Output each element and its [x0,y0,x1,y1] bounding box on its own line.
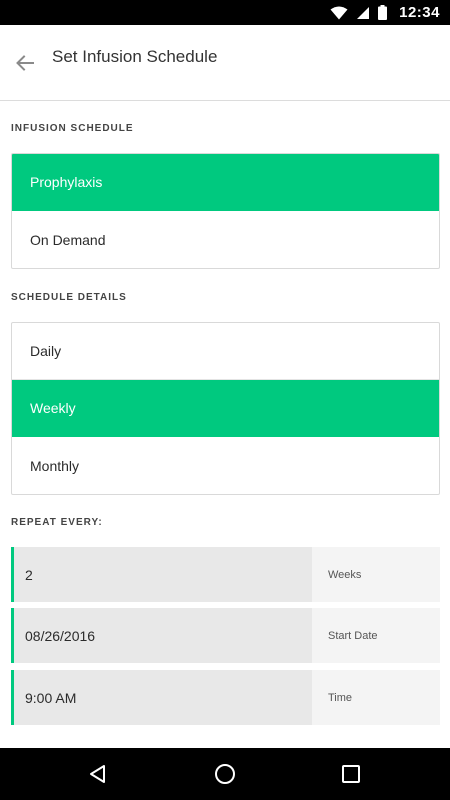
option-daily[interactable]: Daily [12,323,439,380]
start-date-input[interactable]: 08/26/2016 [11,608,312,663]
nav-home-button[interactable] [195,748,255,800]
repeat-every-label: REPEAT EVERY: [11,517,103,528]
cell-signal-icon [357,6,370,19]
square-recents-icon [342,765,360,783]
start-date-unit-label: Start Date [312,608,440,663]
battery-icon [378,5,388,20]
circle-home-icon [215,764,235,784]
app-bar: Set Infusion Schedule [0,25,450,101]
triangle-back-icon [90,765,105,783]
time-unit-label: Time [312,670,440,725]
start-date-row: 08/26/2016 Start Date [11,608,440,663]
option-weekly[interactable]: Weekly [12,380,439,437]
status-bar: 12:34 [0,0,450,25]
repeat-count-input[interactable]: 2 [11,547,312,602]
system-nav-bar [0,748,450,800]
infusion-schedule-label: INFUSION SCHEDULE [11,123,134,134]
infusion-schedule-options: Prophylaxis On Demand [11,153,440,269]
repeat-weeks-row: 2 Weeks [11,547,440,602]
status-time: 12:34 [399,4,440,21]
nav-recents-button[interactable] [321,748,381,800]
option-monthly[interactable]: Monthly [12,437,439,494]
back-button[interactable] [12,50,38,76]
page-title: Set Infusion Schedule [52,47,218,66]
status-icons: 12:34 [330,0,440,25]
option-prophylaxis[interactable]: Prophylaxis [12,154,439,211]
time-row: 9:00 AM Time [11,670,440,725]
arrow-left-icon [16,55,34,71]
wifi-icon [330,6,348,19]
schedule-details-label: SCHEDULE DETAILS [11,292,127,303]
nav-back-button[interactable] [68,748,128,800]
weeks-unit-label: Weeks [312,547,440,602]
option-on-demand[interactable]: On Demand [12,211,439,268]
time-input[interactable]: 9:00 AM [11,670,312,725]
schedule-details-options: Daily Weekly Monthly [11,322,440,495]
